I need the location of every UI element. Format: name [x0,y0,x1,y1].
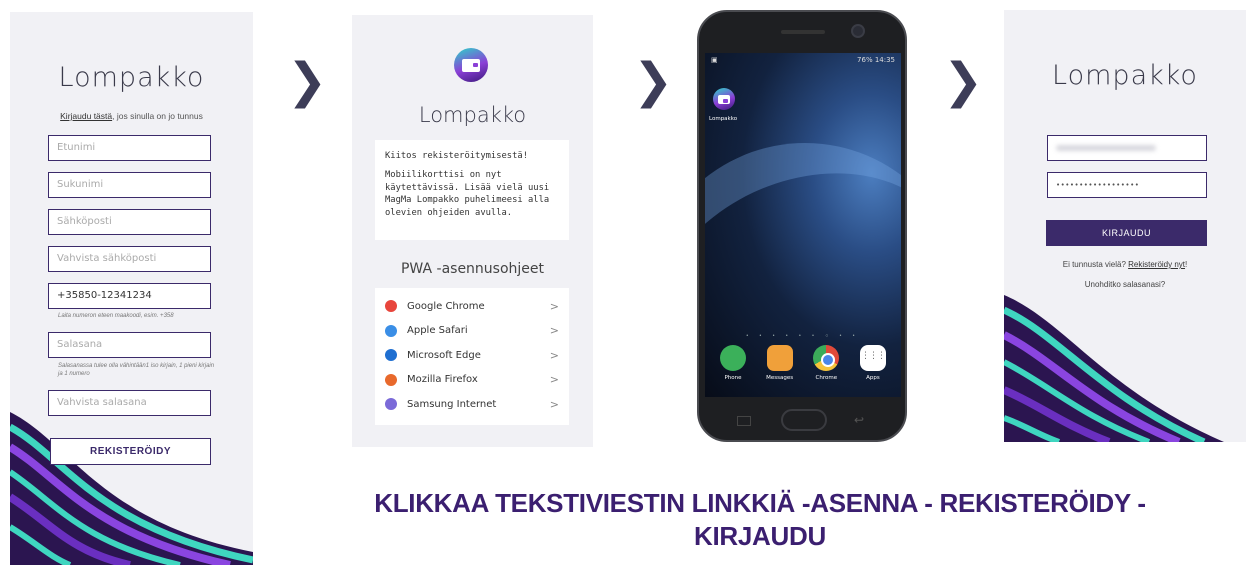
browser-item-firefox[interactable]: Mozilla Firefox > [385,368,559,393]
apps-grid-icon [859,345,886,371]
caption-line-1: KLIKKAA TEKSTIVIESTIN LINKKIÄ -ASENNA - … [374,488,1146,518]
arrow-right-icon: ❯ [287,53,328,109]
page-indicator: • • • • • • ○ • • [746,333,860,339]
browser-label: Samsung Internet [407,398,497,410]
phone-icon [720,345,746,371]
phone-screen: ▣ 76% 14:35 Lompakko • • • • • • ○ • • P… [705,53,901,397]
login-panel: Lompakko •••••••••••••••••• KIRJAUDU Ei … [1004,10,1246,442]
register-hint: Ei tunnusta vielä? Rekisteröidy nyt! [1004,260,1246,269]
thanks-body: Mobiilikorttisi on nyt käytettävissä. Li… [385,169,550,218]
password-confirm-input[interactable]: Vahvista salasana [48,390,211,416]
dock-label: Phone [724,375,742,381]
app-dock: Phone Messages Chrome Apps [711,345,895,381]
wallet-logo-icon [454,48,488,82]
forgot-password-link[interactable]: Unohditko salasanasi? [1004,280,1246,289]
browser-item-edge[interactable]: Microsoft Edge > [385,343,559,368]
chevron-right-icon: > [549,348,559,362]
browser-label: Apple Safari [407,325,468,337]
browser-label: Microsoft Edge [407,349,481,361]
dock-app-apps[interactable]: Apps [851,345,895,381]
email-input[interactable] [1047,135,1207,161]
home-button[interactable] [781,409,827,431]
decorative-waves [10,412,253,565]
dock-app-phone[interactable]: Phone [711,345,755,381]
email-input[interactable]: Sähköposti [48,209,211,235]
dock-label: Messages [766,375,794,381]
safari-icon [385,324,397,337]
chrome-icon [385,300,397,313]
brand-title: Lompakko [58,62,205,93]
browser-list: Google Chrome > Apple Safari > Microsoft… [375,288,569,425]
password-input[interactable]: Salasana [48,332,211,358]
brand-title: Lompakko [1052,60,1198,91]
browser-item-samsung[interactable]: Samsung Internet > [385,392,559,417]
dock-label: Chrome [815,375,838,381]
login-button[interactable]: KIRJAUDU [1046,220,1207,246]
camera-icon [851,24,865,38]
speaker [781,30,825,34]
browser-item-safari[interactable]: Apple Safari > [385,319,559,344]
dock-label: Apps [866,375,880,381]
register-link[interactable]: Rekisteröidy nyt [1128,260,1185,269]
browser-label: Google Chrome [407,300,485,312]
messages-icon [766,345,793,371]
brand-title: Lompakko [418,103,527,127]
recents-icon[interactable] [737,416,751,426]
dock-app-messages[interactable]: Messages [758,345,802,381]
password-input[interactable]: •••••••••••••••••• [1047,172,1207,198]
login-hint-text: , jos sinulla on jo tunnus [112,111,203,121]
chevron-right-icon: > [549,299,559,313]
chevron-right-icon: > [549,397,559,411]
back-icon[interactable]: ↩ [854,413,864,427]
arrow-right-icon: ❯ [633,53,674,109]
login-link[interactable]: Kirjaudu tästä [60,111,112,121]
register-hint-text: Ei tunnusta vielä? [1062,260,1129,269]
register-hint-suffix: ! [1185,260,1188,269]
samsung-internet-icon [385,398,397,411]
login-hint: Kirjaudu tästä, jos sinulla on jo tunnus [10,111,253,121]
browser-label: Mozilla Firefox [407,374,478,386]
status-bar: 76% 14:35 [857,56,895,64]
chevron-right-icon: > [549,373,559,387]
caption-line-2: KIRJAUDU [694,520,826,551]
browser-item-chrome[interactable]: Google Chrome > [385,294,559,319]
register-button[interactable]: REKISTERÖIDY [50,438,211,465]
phone-mockup: ▣ 76% 14:35 Lompakko • • • • • • ○ • • P… [697,10,907,442]
chrome-icon [813,345,840,371]
install-instructions-panel: Lompakko Kiitos rekisteröitymisestä! Mob… [352,15,593,447]
register-panel: Lompakko Kirjaudu tästä, jos sinulla on … [10,12,253,565]
lompakko-app-icon[interactable] [713,88,735,110]
pwa-title: PWA -asennusohjeet [400,261,545,277]
password-hint: Salasanassa tulee olla vähintään1 iso ki… [58,363,215,377]
phone-hint: Laita numeron eteen maakoodi, esim. +358 [58,313,174,319]
thanks-message-card: Kiitos rekisteröitymisestä! Mobiilikortt… [375,140,569,240]
notification-icon: ▣ [711,57,718,64]
email-confirm-input[interactable]: Vahvista sähköposti [48,246,211,272]
chevron-right-icon: > [549,324,559,338]
decorative-waves [1004,295,1224,442]
firefox-icon [385,373,397,386]
firstname-input[interactable]: Etunimi [48,135,211,161]
thanks-heading: Kiitos rekisteröitymisestä! [385,151,528,161]
phone-input[interactable]: +35850-12341234 [48,283,211,309]
dock-app-chrome[interactable]: Chrome [804,345,848,381]
app-label: Lompakko [709,116,738,122]
edge-icon [385,349,397,362]
lastname-input[interactable]: Sukunimi [48,172,211,198]
instruction-caption: KLIKKAA TEKSTIVIESTIN LINKKIÄ -ASENNA - … [310,487,1210,552]
arrow-right-icon: ❯ [943,53,984,109]
